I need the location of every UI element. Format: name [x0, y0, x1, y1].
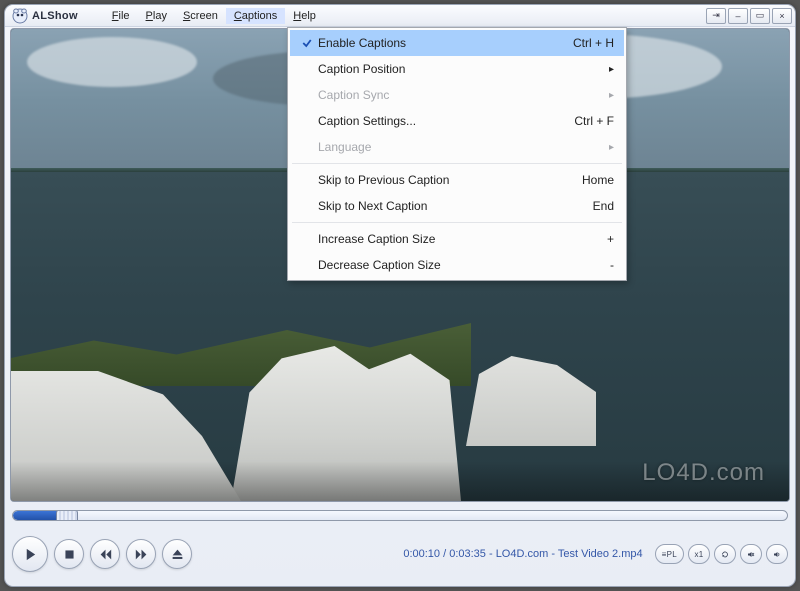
volume-icon — [773, 549, 781, 560]
menu-item-label: Language — [318, 140, 599, 154]
prev-icon — [99, 548, 112, 561]
watermark: LO4D.com — [642, 459, 765, 487]
menu-item-caption-position[interactable]: Caption Position▸ — [290, 56, 624, 82]
chevron-right-icon: ▸ — [599, 142, 614, 153]
menu-screen[interactable]: Screen — [175, 8, 226, 24]
menu-item-accel: + — [554, 232, 614, 246]
seek-fill — [13, 511, 59, 520]
chevron-right-icon: ▸ — [599, 90, 614, 101]
menu-item-label: Enable Captions — [318, 36, 554, 50]
menu-item-label: Caption Sync — [318, 88, 599, 102]
menu-item-label: Decrease Caption Size — [318, 258, 554, 272]
menu-item-decrease-caption-size[interactable]: Decrease Caption Size- — [290, 252, 624, 278]
chevron-right-icon: ▸ — [599, 64, 614, 75]
minimize-button[interactable]: – — [728, 8, 748, 24]
play-button[interactable] — [12, 536, 48, 572]
menu-item-language: Language▸ — [290, 134, 624, 160]
menu-item-caption-settings[interactable]: Caption Settings...Ctrl + F — [290, 108, 624, 134]
menu-separator — [292, 163, 622, 164]
status-text: 0:00:10 / 0:03:35 - LO4D.com - Test Vide… — [198, 548, 651, 560]
menu-item-enable-captions[interactable]: Enable CaptionsCtrl + H — [290, 30, 624, 56]
speed-button[interactable]: x1 — [688, 544, 710, 564]
next-button[interactable] — [126, 539, 156, 569]
menu-item-skip-to-previous-caption[interactable]: Skip to Previous CaptionHome — [290, 167, 624, 193]
seek-track[interactable] — [12, 510, 788, 521]
stop-button[interactable] — [54, 539, 84, 569]
close-button[interactable]: × — [772, 8, 792, 24]
menubar: ALShow File Play Screen Captions Help ⇥ … — [5, 5, 795, 27]
menu-separator — [292, 222, 622, 223]
menu-item-label: Skip to Previous Caption — [318, 173, 554, 187]
menu-item-label: Increase Caption Size — [318, 232, 554, 246]
menu-item-label: Caption Settings... — [318, 114, 554, 128]
menu-item-accel: - — [554, 258, 614, 272]
pin-button[interactable]: ⇥ — [706, 8, 726, 24]
eject-icon — [171, 548, 184, 561]
menu-file[interactable]: File — [104, 8, 138, 24]
menu-item-accel: Ctrl + F — [554, 114, 614, 128]
repeat-icon — [721, 549, 729, 560]
mute-icon — [747, 549, 755, 560]
menu-item-accel: Home — [554, 173, 614, 187]
app-title: ALShow — [32, 10, 78, 22]
menu-item-accel: Ctrl + H — [554, 36, 614, 50]
next-icon — [135, 548, 148, 561]
menu-item-label: Caption Position — [318, 62, 599, 76]
menu-item-increase-caption-size[interactable]: Increase Caption Size+ — [290, 226, 624, 252]
stop-icon — [63, 548, 76, 561]
menu-help[interactable]: Help — [285, 8, 324, 24]
repeat-button[interactable] — [714, 544, 736, 564]
menu-item-label: Skip to Next Caption — [318, 199, 554, 213]
maximize-button[interactable]: ▭ — [750, 8, 770, 24]
menu-captions[interactable]: Captions — [226, 8, 285, 24]
controls-bar: 0:00:10 / 0:03:35 - LO4D.com - Test Vide… — [12, 529, 788, 579]
seek-thumb[interactable] — [56, 510, 78, 521]
prev-button[interactable] — [90, 539, 120, 569]
mute-button[interactable] — [740, 544, 762, 564]
menu-item-caption-sync: Caption Sync▸ — [290, 82, 624, 108]
eject-button[interactable] — [162, 539, 192, 569]
check-icon — [296, 37, 318, 49]
volume-button[interactable] — [766, 544, 788, 564]
seek-bar[interactable] — [12, 507, 788, 524]
menu-item-accel: End — [554, 199, 614, 213]
play-icon — [23, 547, 38, 562]
app-icon — [12, 8, 28, 24]
menu-play[interactable]: Play — [138, 8, 175, 24]
menu-item-skip-to-next-caption[interactable]: Skip to Next CaptionEnd — [290, 193, 624, 219]
captions-dropdown: Enable CaptionsCtrl + HCaption Position▸… — [287, 27, 627, 281]
app-window: ALShow File Play Screen Captions Help ⇥ … — [4, 4, 796, 587]
playlist-button[interactable]: ≡ PL — [655, 544, 684, 564]
